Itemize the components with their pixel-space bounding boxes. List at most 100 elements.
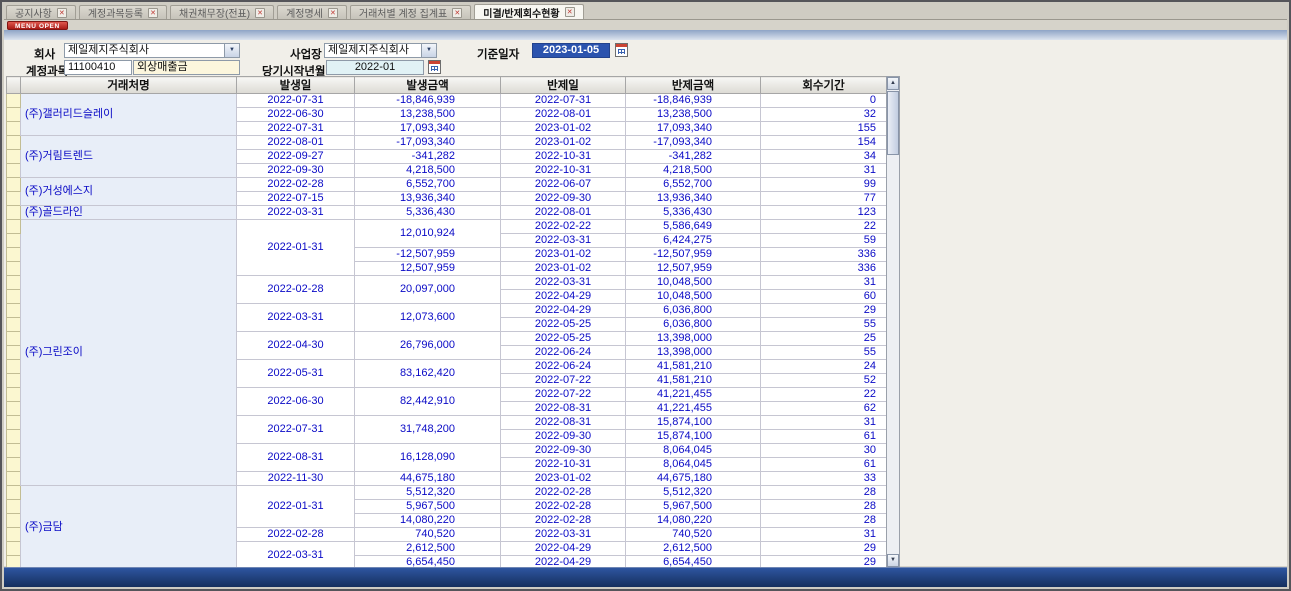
cell-settle-amount[interactable]: 5,336,430 [626,206,761,220]
cell-settle-date[interactable]: 2022-10-31 [501,164,626,178]
cell-occur-amount[interactable]: -12,507,959 [355,248,501,262]
cell-settle-amount[interactable]: -341,282 [626,150,761,164]
cell-collect-days[interactable]: 29 [761,304,887,318]
cell-occur-amount[interactable]: 83,162,420 [355,360,501,388]
row-selector[interactable] [7,290,21,304]
cell-collect-days[interactable]: 24 [761,360,887,374]
cell-settle-amount[interactable]: 6,036,800 [626,304,761,318]
cell-settle-date[interactable]: 2022-02-22 [501,220,626,234]
cell-settle-date[interactable]: 2022-03-31 [501,276,626,290]
cell-settle-date[interactable]: 2022-04-29 [501,304,626,318]
tab-close-icon[interactable]: ✕ [565,7,575,17]
calendar-icon[interactable] [428,60,441,74]
cell-settle-amount[interactable]: 12,507,959 [626,262,761,276]
row-selector[interactable] [7,528,21,542]
menu-open-button[interactable]: MENU OPEN [7,21,68,30]
cell-settle-amount[interactable]: 17,093,340 [626,122,761,136]
cell-settle-date[interactable]: 2023-01-02 [501,136,626,150]
period-start-field[interactable]: 2022-01 [326,60,424,75]
cell-occur-date[interactable]: 2022-07-31 [237,122,355,136]
row-selector[interactable] [7,332,21,346]
cell-settle-amount[interactable]: 5,512,320 [626,486,761,500]
cell-occur-amount[interactable]: 82,442,910 [355,388,501,416]
cell-occur-date[interactable]: 2022-09-27 [237,150,355,164]
cell-occur-amount[interactable]: 4,218,500 [355,164,501,178]
cell-settle-amount[interactable]: 15,874,100 [626,430,761,444]
cell-occur-amount[interactable]: 12,507,959 [355,262,501,276]
cell-occur-date[interactable]: 2022-02-28 [237,178,355,192]
cell-settle-date[interactable]: 2023-01-02 [501,248,626,262]
row-selector[interactable] [7,122,21,136]
account-code-field[interactable]: 11100410 [64,60,132,75]
row-selector[interactable] [7,262,21,276]
cell-settle-date[interactable]: 2022-02-28 [501,514,626,528]
cell-collect-days[interactable]: 31 [761,164,887,178]
cell-collect-days[interactable]: 29 [761,542,887,556]
cell-occur-date[interactable]: 2022-01-31 [237,220,355,276]
cell-collect-days[interactable]: 61 [761,430,887,444]
cell-settle-amount[interactable]: 10,048,500 [626,276,761,290]
cell-settle-amount[interactable]: 740,520 [626,528,761,542]
cell-collect-days[interactable]: 28 [761,486,887,500]
cell-settle-amount[interactable]: 13,398,000 [626,346,761,360]
cell-collect-days[interactable]: 55 [761,346,887,360]
cell-settle-amount[interactable]: 6,036,800 [626,318,761,332]
row-selector[interactable] [7,402,21,416]
cell-occur-date[interactable]: 2022-07-31 [237,94,355,108]
cell-occur-amount[interactable]: 5,512,320 [355,486,501,500]
row-selector[interactable] [7,150,21,164]
cell-settle-amount[interactable]: 13,398,000 [626,332,761,346]
cell-settle-date[interactable]: 2022-05-25 [501,318,626,332]
cell-collect-days[interactable]: 60 [761,290,887,304]
cell-settle-date[interactable]: 2022-03-31 [501,528,626,542]
cell-occur-date[interactable]: 2022-05-31 [237,360,355,388]
cell-collect-days[interactable]: 0 [761,94,887,108]
row-selector[interactable] [7,416,21,430]
cell-settle-date[interactable]: 2022-02-28 [501,486,626,500]
cell-collect-days[interactable]: 25 [761,332,887,346]
cell-settle-amount[interactable]: 5,586,649 [626,220,761,234]
cell-collect-days[interactable]: 31 [761,416,887,430]
cell-occur-amount[interactable]: 6,552,700 [355,178,501,192]
tab-close-icon[interactable]: ✕ [452,8,462,18]
cell-settle-amount[interactable]: 8,064,045 [626,444,761,458]
row-selector[interactable] [7,178,21,192]
cell-occur-date[interactable]: 2022-03-31 [237,304,355,332]
cell-occur-amount[interactable]: 12,010,924 [355,220,501,248]
row-selector[interactable] [7,248,21,262]
row-selector[interactable] [7,108,21,122]
cell-occur-amount[interactable]: 16,128,090 [355,444,501,472]
cell-collect-days[interactable]: 34 [761,150,887,164]
scroll-down-icon[interactable]: ▼ [887,554,899,567]
row-selector[interactable] [7,136,21,150]
cell-occur-amount[interactable]: 31,748,200 [355,416,501,444]
row-selector[interactable] [7,500,21,514]
cell-settle-amount[interactable]: -12,507,959 [626,248,761,262]
row-selector[interactable] [7,206,21,220]
company-combo[interactable]: 제일제지주식회사 ▼ [64,43,240,58]
row-selector[interactable] [7,276,21,290]
row-selector[interactable] [7,192,21,206]
row-selector[interactable] [7,388,21,402]
cell-collect-days[interactable]: 123 [761,206,887,220]
tab-close-icon[interactable]: ✕ [148,8,158,18]
cell-occur-amount[interactable]: 13,238,500 [355,108,501,122]
cell-occur-amount[interactable]: 14,080,220 [355,514,501,528]
cell-settle-date[interactable]: 2022-09-30 [501,430,626,444]
cell-settle-amount[interactable]: 4,218,500 [626,164,761,178]
tab-notice[interactable]: 공지사항 ✕ [6,5,76,19]
cell-customer-name[interactable]: (주)그린조이 [21,220,237,486]
cell-settle-date[interactable]: 2023-01-02 [501,262,626,276]
site-combo[interactable]: 제일제지주식회사 ▼ [324,43,437,58]
cell-settle-date[interactable]: 2022-10-31 [501,150,626,164]
cell-occur-amount[interactable]: 12,073,600 [355,304,501,332]
cell-collect-days[interactable]: 99 [761,178,887,192]
row-selector[interactable] [7,472,21,486]
tab-account-register[interactable]: 계정과목등록 ✕ [79,5,167,19]
row-selector[interactable] [7,346,21,360]
cell-collect-days[interactable]: 30 [761,444,887,458]
cell-customer-name[interactable]: (주)갤러리드슬레이 [21,94,237,136]
cell-collect-days[interactable]: 31 [761,276,887,290]
cell-customer-name[interactable]: (주)거성에스지 [21,178,237,206]
cell-customer-name[interactable]: (주)거림트렌드 [21,136,237,178]
